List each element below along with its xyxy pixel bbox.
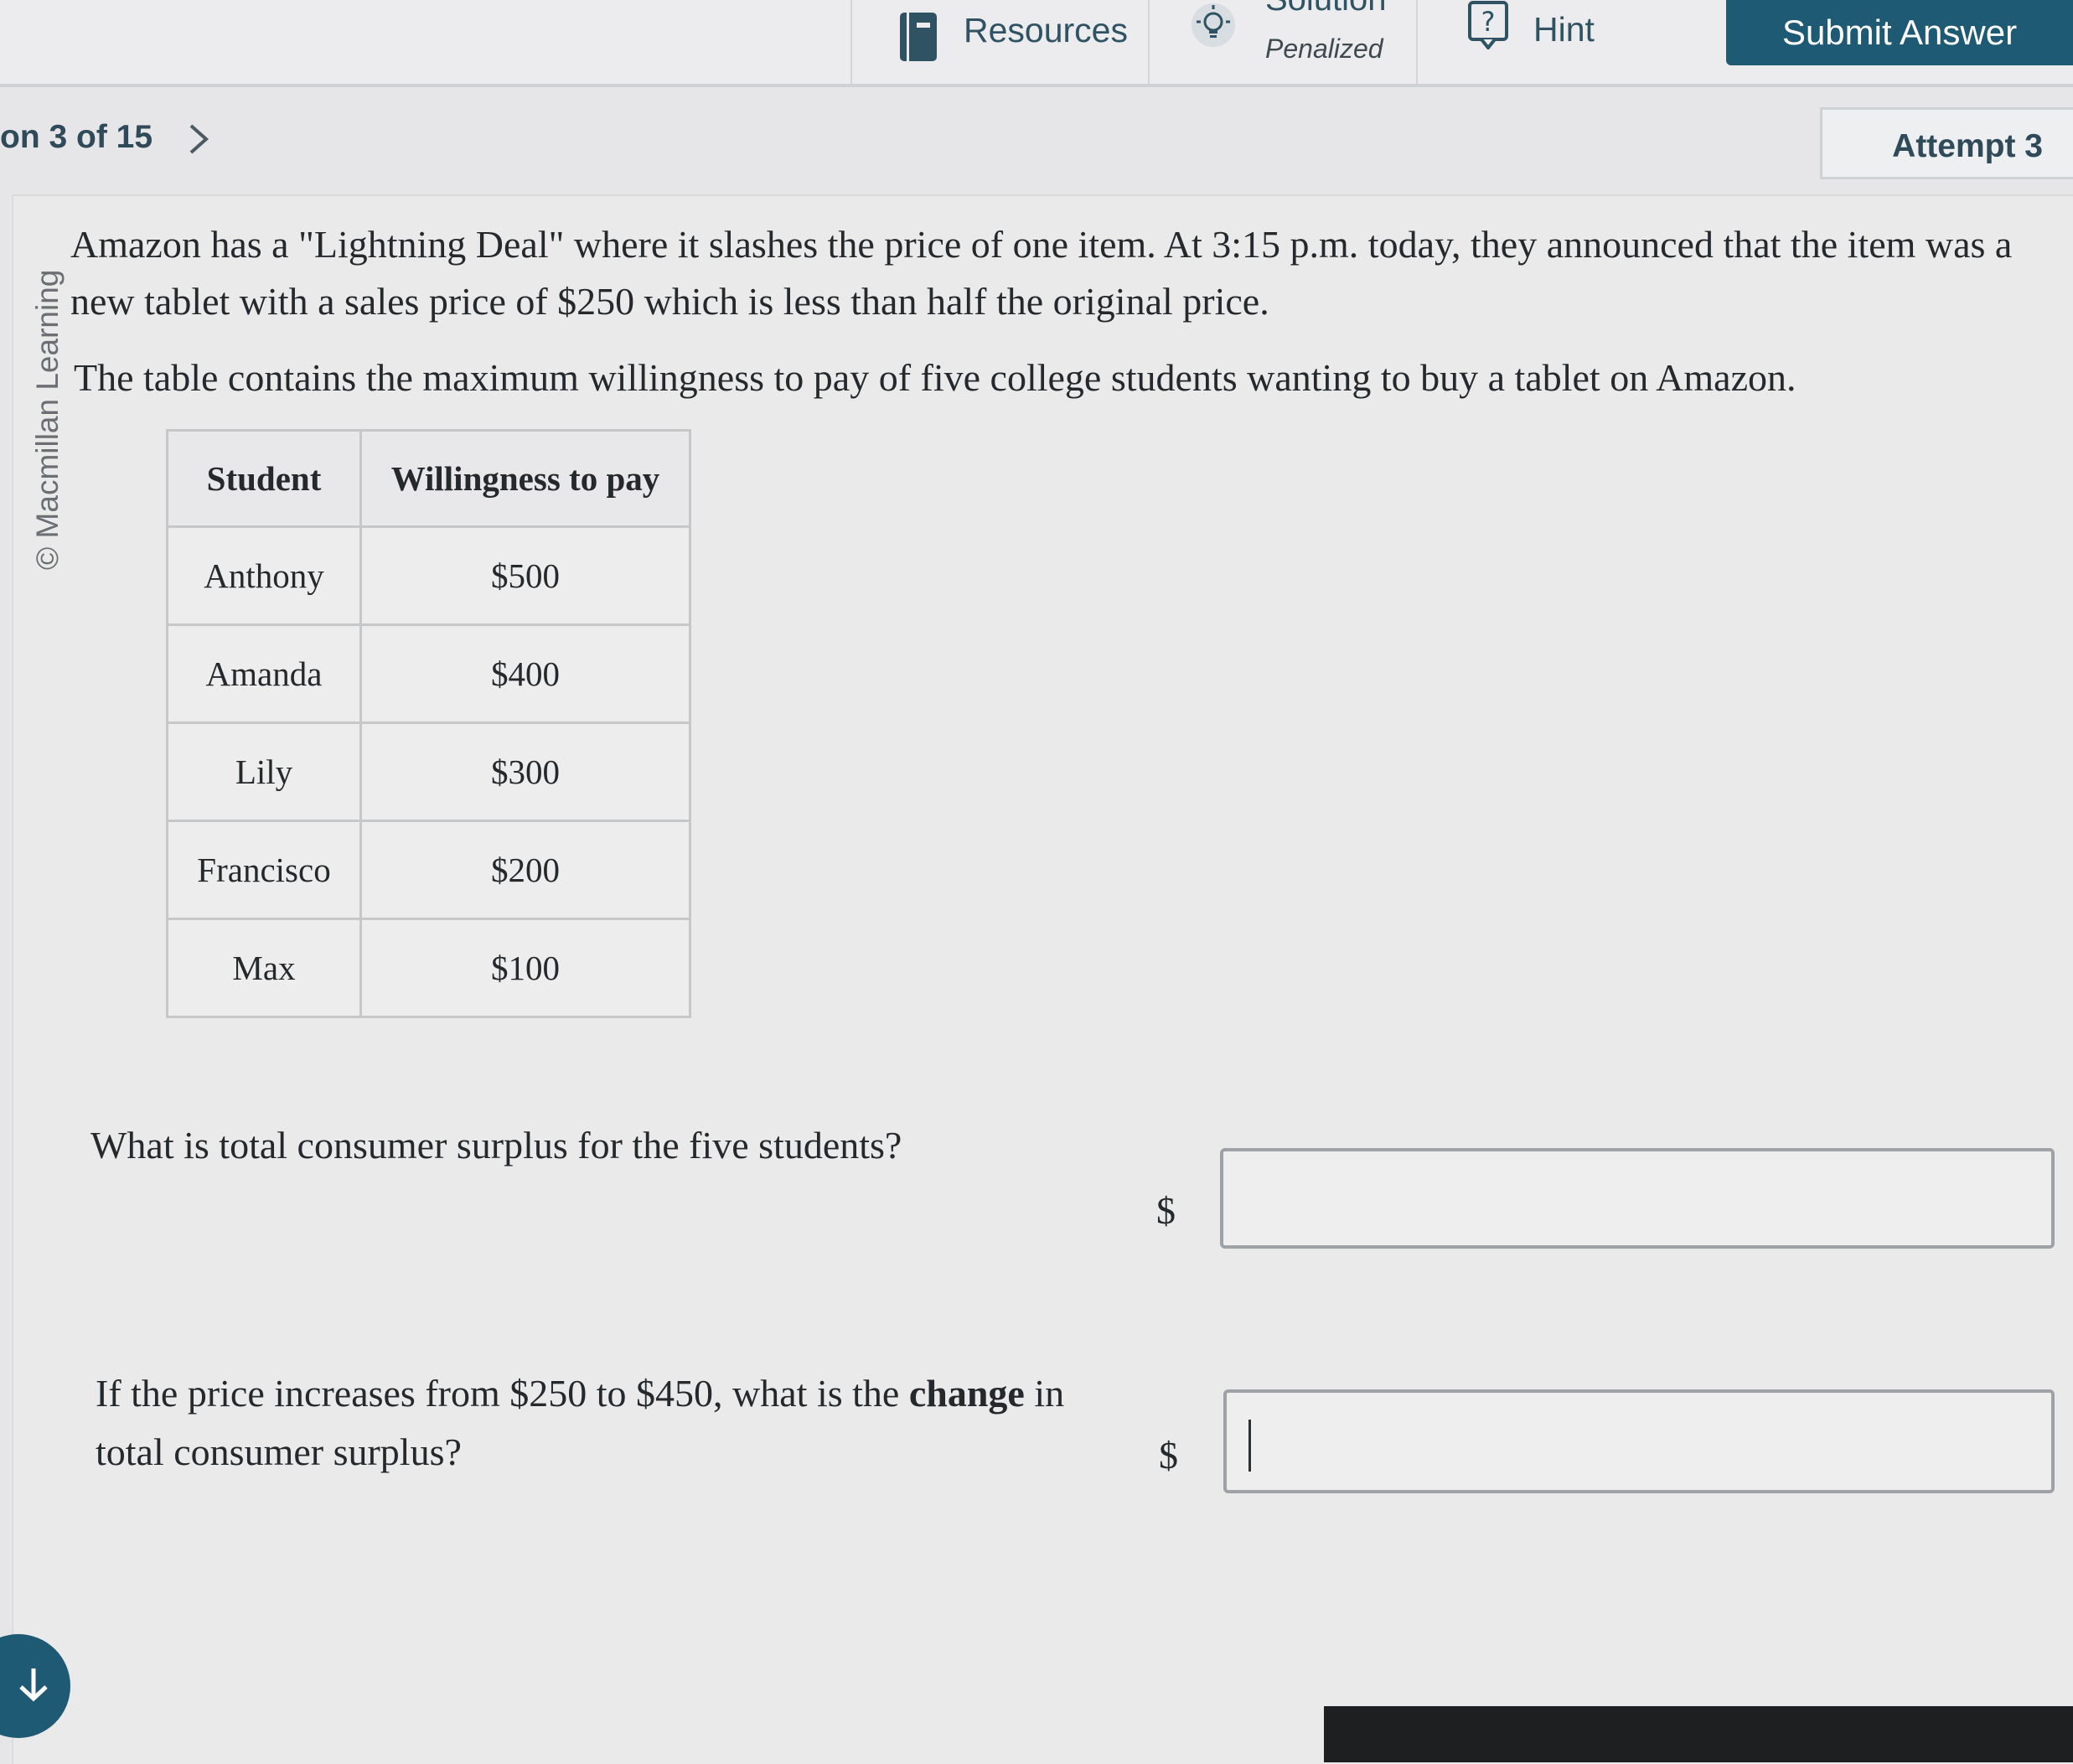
resources-button[interactable]: Resources <box>850 0 1150 84</box>
column-header-student: Student <box>166 429 362 528</box>
screen-bezel <box>1324 1706 2073 1762</box>
willingness-value: $500 <box>359 525 691 626</box>
attempt-indicator: Attempt 3 <box>1820 107 2073 179</box>
copyright-notice: © Macmillan Learning <box>30 269 65 570</box>
student-name: Anthony <box>166 525 362 626</box>
hint-button[interactable]: ? Hint <box>1416 0 1673 84</box>
student-name: Amanda <box>166 623 362 724</box>
willingness-value: $200 <box>359 820 691 920</box>
table-description: The table contains the maximum willingne… <box>74 356 1796 399</box>
table-row: Anthony $500 <box>166 525 691 626</box>
solution-button[interactable]: Solution Penalized <box>1148 0 1418 84</box>
willingness-table: Student Willingness to pay Anthony $500 … <box>166 429 691 1018</box>
willingness-value: $400 <box>359 623 691 724</box>
willingness-value: $300 <box>359 722 691 822</box>
solution-label: Solution <box>1265 0 1387 18</box>
student-name: Francisco <box>166 820 362 920</box>
svg-text:?: ? <box>1481 6 1496 38</box>
student-name: Lily <box>166 722 362 822</box>
part2-prompt-emphasis: change <box>908 1372 1025 1415</box>
book-icon <box>898 13 938 71</box>
resources-label: Resources <box>964 10 1128 49</box>
question-counter: on 3 of 15 <box>0 119 153 155</box>
question-intro: Amazon has a "Lightning Deal" where it s… <box>70 223 2013 323</box>
text-cursor <box>1248 1420 1251 1472</box>
solution-penalized-note: Penalized <box>1265 34 1383 64</box>
part2-answer-input[interactable] <box>1223 1389 2055 1493</box>
next-question-chevron-icon[interactable] <box>186 122 211 160</box>
table-row: Amanda $400 <box>166 623 691 724</box>
part2-dollar-sign: $ <box>1159 1434 1178 1477</box>
table-row: Max $100 <box>166 918 691 1018</box>
column-header-willingness: Willingness to pay <box>359 429 691 528</box>
attempt-label: Attempt 3 <box>1892 128 2043 164</box>
table-row: Francisco $200 <box>166 820 691 920</box>
table-header-row: Student Willingness to pay <box>166 429 691 528</box>
top-toolbar: Resources Solution Penalized ? <box>0 0 2073 87</box>
part2-prompt: If the price increases from $250 to $450… <box>96 1364 1101 1482</box>
table-row: Lily $300 <box>166 722 691 822</box>
submit-answer-button[interactable]: Submit Answer <box>1726 0 2073 65</box>
lightbulb-icon <box>1190 2 1237 57</box>
arrow-down-icon <box>0 1663 54 1710</box>
question-icon: ? <box>1468 1 1508 58</box>
willingness-value: $100 <box>359 918 691 1018</box>
part2-prompt-start: If the price increases from $250 to $450… <box>96 1372 909 1415</box>
hint-label: Hint <box>1533 9 1595 49</box>
part1-prompt: What is total consumer surplus for the f… <box>90 1124 902 1167</box>
part1-answer-input[interactable] <box>1220 1148 2055 1249</box>
student-name: Max <box>166 918 362 1018</box>
part1-dollar-sign: $ <box>1156 1189 1176 1232</box>
